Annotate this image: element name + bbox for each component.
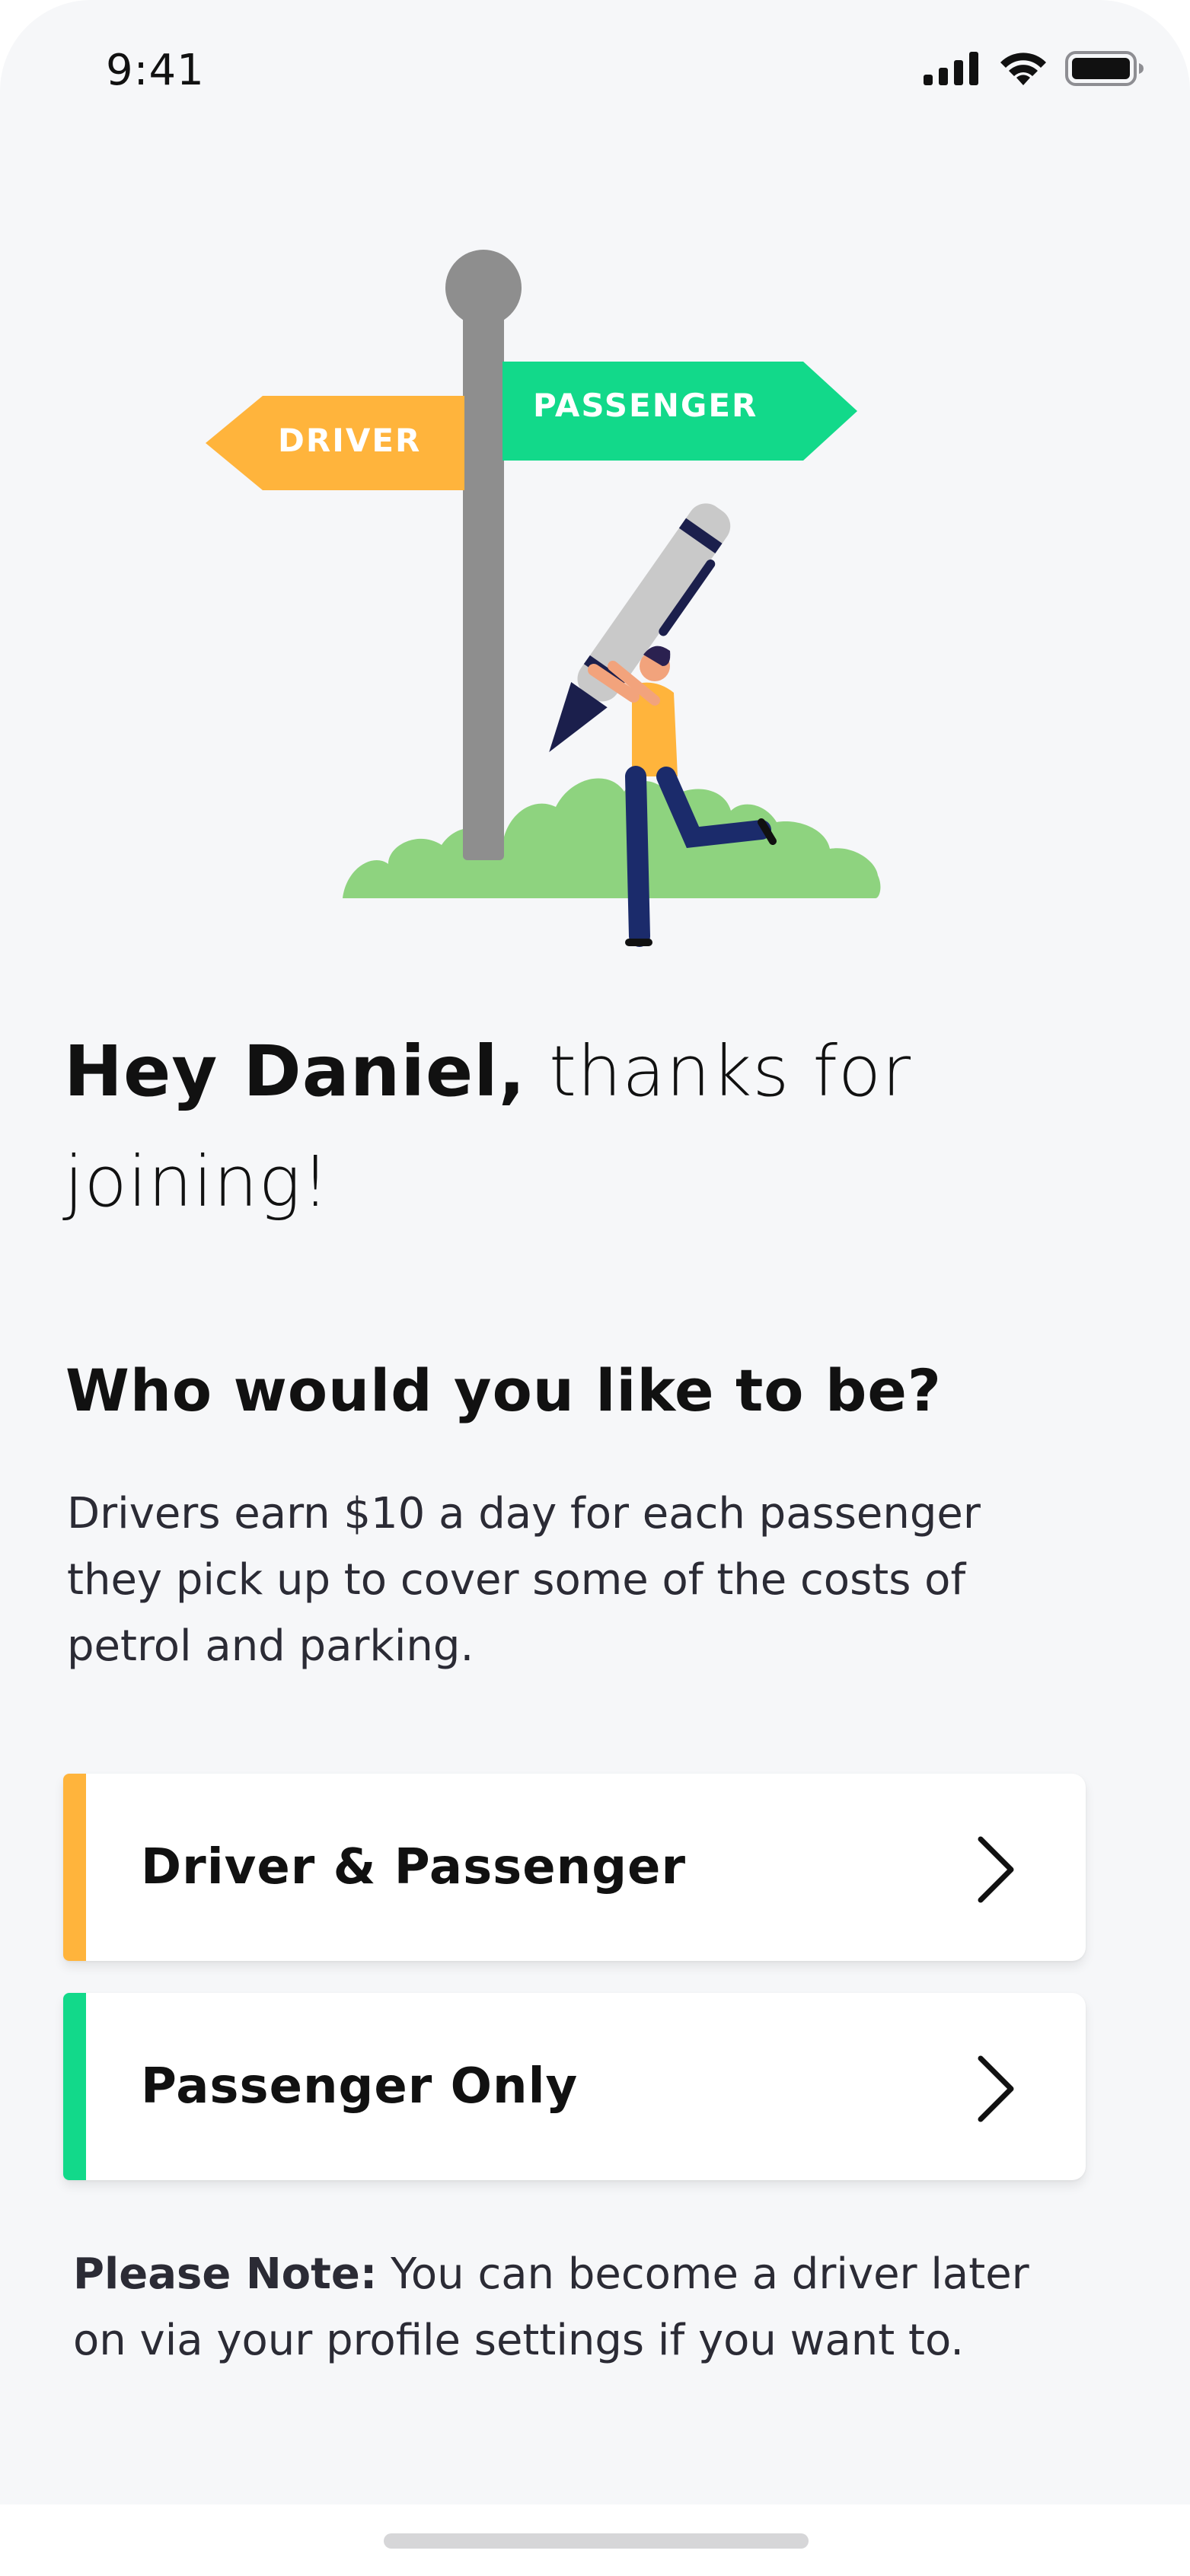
home-indicator[interactable] (384, 2533, 809, 2549)
wifi-icon (1000, 53, 1046, 85)
option-driver-and-passenger[interactable]: Driver & Passenger (63, 1774, 1086, 1961)
greeting-name: Hey Daniel, (64, 1031, 526, 1112)
role-question: Who would you like to be? (65, 1357, 943, 1424)
note-label: Please Note: (73, 2249, 378, 2299)
option-label: Passenger Only (141, 2058, 579, 2115)
note-text: Please Note: You can become a driver lat… (73, 2241, 1086, 2374)
greeting-heading: Hey Daniel, thanks for joining! (64, 1016, 1099, 1237)
option-accent-bar (63, 1993, 86, 2180)
option-passenger-only[interactable]: Passenger Only (63, 1993, 1086, 2180)
chevron-right-icon (978, 1836, 1014, 1903)
status-time: 9:41 (106, 46, 205, 95)
chevron-right-icon (978, 2055, 1014, 2122)
signal-icon (924, 52, 978, 85)
option-accent-bar (63, 1774, 86, 1961)
status-icons (924, 50, 1144, 87)
role-description: Drivers earn $10 a day for each passenge… (67, 1489, 981, 1671)
onboarding-screen: 9:41 DRIVER PASSENGER Hey Daniel, thanks… (0, 0, 1190, 2576)
signpost-graphic (206, 250, 881, 947)
passenger-sign-label: PASSENGER (533, 387, 758, 424)
driver-sign-label: DRIVER (278, 422, 422, 459)
battery-icon (1065, 51, 1144, 86)
bush-shape (343, 778, 881, 898)
signpost-illustration: DRIVER PASSENGER (198, 244, 898, 952)
option-label: Driver & Passenger (141, 1839, 686, 1895)
